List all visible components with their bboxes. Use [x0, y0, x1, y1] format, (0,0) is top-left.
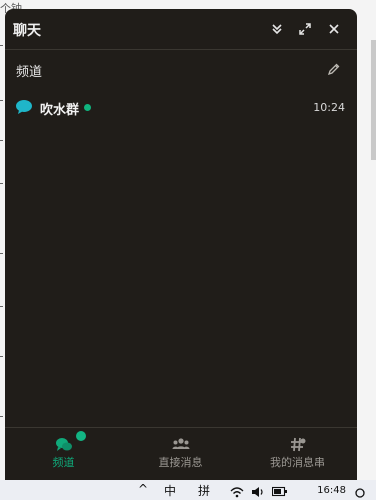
background-tick	[0, 45, 3, 46]
users-icon	[172, 438, 189, 449]
background-tick	[0, 356, 3, 357]
channels-section-header: 频道	[5, 50, 357, 88]
chat-bubble-icon	[16, 100, 32, 114]
tab-channels[interactable]: 频道	[5, 428, 122, 480]
expand-button[interactable]	[295, 19, 315, 39]
tab-label: 我的消息串	[270, 456, 325, 469]
hash-thread-icon	[290, 437, 305, 452]
chat-panel: 聊天 频道 吹水群 10:24 频道 直接消息 我的消息串	[5, 9, 357, 480]
collapse-button[interactable]	[267, 19, 287, 39]
panel-header: 聊天	[5, 9, 357, 50]
tab-label: 直接消息	[158, 456, 203, 469]
tray-chevron-button[interactable]: ^	[138, 482, 148, 496]
tab-my-threads[interactable]: 我的消息串	[239, 428, 356, 480]
edit-button[interactable]	[325, 60, 343, 78]
ime-mode-indicator[interactable]: 拼	[198, 482, 210, 499]
unread-badge	[76, 431, 86, 441]
channel-item[interactable]: 吹水群 10:24	[5, 95, 357, 121]
taskbar-clock: 16:48	[317, 485, 346, 496]
chat-bubbles-icon	[55, 438, 72, 451]
close-button[interactable]	[324, 19, 344, 39]
background-tick	[0, 183, 3, 184]
channel-name: 吹水群	[40, 103, 80, 118]
tab-label: 频道	[52, 456, 75, 469]
tab-direct-messages[interactable]: 直接消息	[122, 428, 239, 480]
search-icon[interactable]	[355, 487, 365, 499]
pencil-icon	[327, 63, 340, 76]
section-title: 频道	[16, 65, 43, 80]
footer-tabs: 频道 直接消息 我的消息串	[5, 427, 357, 480]
speaker-icon[interactable]	[251, 486, 265, 498]
expand-arrows-icon	[299, 23, 311, 35]
wifi-icon[interactable]	[230, 486, 244, 498]
ime-language-indicator[interactable]: 中	[164, 482, 176, 499]
close-icon	[329, 24, 339, 34]
background-tick	[0, 140, 3, 141]
taskbar: ^ 中 拼 16:48	[0, 480, 376, 500]
battery-icon[interactable]	[272, 486, 288, 497]
background-tick	[0, 306, 3, 307]
background-scrollbar[interactable]	[371, 40, 376, 160]
background-tick	[0, 416, 3, 417]
panel-title: 聊天	[13, 23, 41, 39]
background-tick	[0, 253, 3, 254]
background-tick	[0, 100, 3, 101]
online-status-dot	[84, 104, 91, 111]
chevrons-down-icon	[272, 24, 282, 35]
channel-time: 10:24	[313, 101, 345, 114]
